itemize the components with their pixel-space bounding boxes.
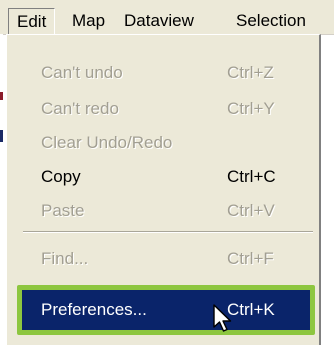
menu-item-redo[interactable]: Can't redo Ctrl+Y [21, 91, 311, 127]
background-mark [0, 92, 3, 100]
menu-item-label: Paste [41, 201, 85, 220]
menu-item-shortcut: Ctrl+F [227, 249, 274, 268]
menu-item-find[interactable]: Find... Ctrl+F [21, 241, 311, 277]
menu-item-label: Clear Undo/Redo [41, 133, 173, 152]
menu-item-shortcut: Ctrl+C [227, 167, 276, 186]
menu-map[interactable]: Map [64, 8, 113, 34]
menu-edit[interactable]: Edit [8, 8, 56, 35]
background-window-edge [0, 34, 3, 345]
menu-separator [23, 231, 313, 233]
edit-dropdown-menu: Can't undo Ctrl+Z Can't redo Ctrl+Y Clea… [6, 34, 321, 345]
menu-item-shortcut: Ctrl+V [227, 201, 275, 220]
menu-selection[interactable]: Selection [228, 8, 314, 34]
menu-item-preferences[interactable]: Preferences... Ctrl+K [21, 292, 311, 328]
menu-item-label: Find... [41, 249, 89, 268]
menu-item-label: Can't redo [41, 99, 119, 118]
menu-item-shortcut: Ctrl+Z [227, 63, 274, 82]
menu-item-label: Can't undo [41, 63, 123, 82]
mouse-pointer-icon [213, 304, 232, 332]
menu-dataview[interactable]: Dataview [116, 8, 202, 34]
menu-item-shortcut: Ctrl+Y [227, 99, 275, 118]
menu-item-clear-undo-redo[interactable]: Clear Undo/Redo [21, 125, 311, 161]
menu-item-label: Preferences... [41, 300, 147, 319]
menu-item-undo[interactable]: Can't undo Ctrl+Z [21, 55, 311, 91]
background-mark [0, 130, 3, 142]
menu-item-label: Copy [41, 167, 81, 186]
menu-bar: Edit Map Dataview Selection [0, 0, 334, 35]
menu-item-paste[interactable]: Paste Ctrl+V [21, 193, 311, 229]
menu-item-copy[interactable]: Copy Ctrl+C [21, 159, 311, 195]
